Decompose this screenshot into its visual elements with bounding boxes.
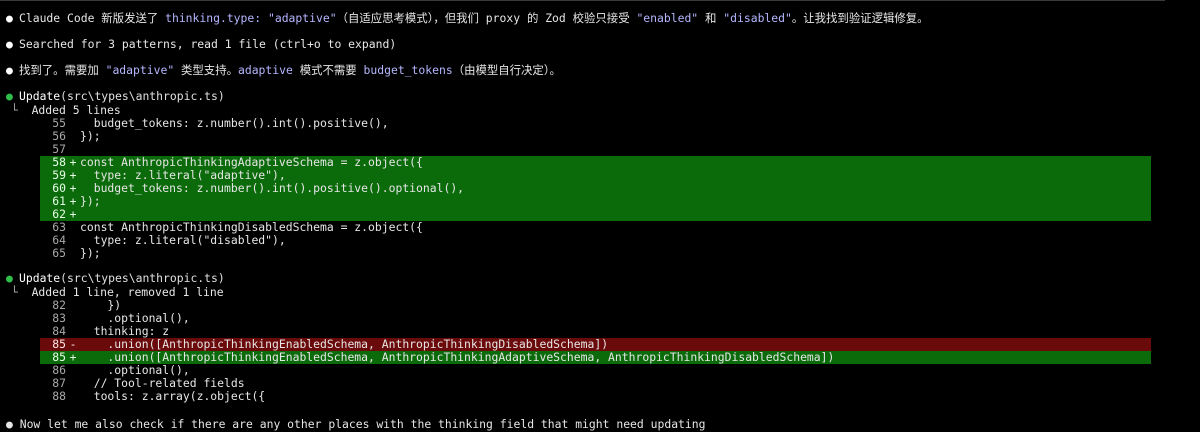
assistant-message-1: ● Claude Code 新版发送了 thinking.type: "adap… [6,10,1194,26]
tool-name: Update [19,271,61,285]
inline-code: "enabled" [636,11,699,25]
diff-sign [66,364,80,377]
code-text: tools: z.array(z.object({ [80,389,266,403]
update-summary: └ Added 1 line, removed 1 line [6,286,1194,299]
code-text: }) [80,298,122,312]
code-text: type: z.literal("disabled"), [80,233,286,247]
message-text: 模式不需要 [292,63,364,77]
diff-sign: + [69,207,77,221]
code-text: }); [80,129,101,143]
tool-args: (src\types\anthropic.ts) [60,89,225,103]
tool-call-header[interactable]: ● Update (src\types\anthropic.ts) [6,270,1194,286]
diff-line-added: 60 + budget_tokens: z.number().int().posi… [40,182,1151,195]
tool-name: Update [19,89,61,103]
diff-view: 82 }) 83 .optional(), 84 thinking: z 85- .u… [40,299,1151,403]
diff-sign [66,247,80,260]
update-block-2: ● Update (src\types\anthropic.ts) └ Adde… [6,270,1194,403]
diff-sign [66,130,80,143]
update-block-1: ● Update (src\types\anthropic.ts) └ Adde… [6,88,1194,260]
bullet-icon: ● [6,271,13,285]
diff-line-added: 85 + .union([AnthropicThinkingEnabledSche… [40,351,1151,364]
inline-code: budget_tokens [363,63,453,77]
tool-summary-message[interactable]: ● Searched for 3 patterns, read 1 file (… [6,36,1194,52]
diff-line-context: 64 type: z.literal("disabled"), [40,234,1151,247]
diff-line-context: 82 }) [40,299,1151,312]
diff-view: 55 budget_tokens: z.number().int().posit… [40,117,1151,260]
bullet-icon: ● [6,37,13,51]
tool-summary-text[interactable]: Searched for 3 patterns, read 1 file (ct… [19,36,396,52]
diff-sign: + [69,350,77,364]
code-text: }); [80,246,101,260]
diff-line-context: 55 budget_tokens: z.number().int().posit… [40,117,1151,130]
diff-line-context: 56}); [40,130,1151,143]
terminal-output: ● Claude Code 新版发送了 thinking.type: "adap… [6,10,1194,403]
message-text: （由模型自行决定）。 [452,63,561,77]
code-text: .union([AnthropicThinkingEnabledSchema, … [80,350,835,364]
line-number: 65 [52,246,66,260]
message-text: （自适应思考模式），但我们 proxy 的 Zod 校验只接受 [336,11,637,25]
diff-line-context: 65}); [40,247,1151,260]
top-divider [0,0,1165,1]
tool-call-header[interactable]: ● Update (src\types\anthropic.ts) [6,88,1194,104]
diff-line-added: 61 +}); [40,195,1151,208]
diff-sign [66,234,80,247]
message-text: 。让我找到验证逻辑修复。 [791,11,929,25]
line-number: 88 [52,389,66,403]
update-summary-text: Added 1 line, removed 1 line [31,285,224,299]
diff-sign [66,299,80,312]
assistant-message-2: ● 找到了。需要加 "adaptive" 类型支持。 adaptive 模式不需… [6,62,1194,78]
code-text: .optional(), [80,311,190,325]
message-text: 找到了。需要加 [19,63,106,77]
message-text: 和 [698,11,724,25]
code-text: budget_tokens: z.number().int().positive… [80,181,465,195]
inline-code: adaptive [237,63,293,77]
diff-line-context: 83 .optional(), [40,312,1151,325]
inline-code: "disabled" [723,11,792,25]
bullet-icon: ● [6,89,13,103]
inline-code: "adaptive" [105,63,175,77]
tree-branch-icon: └ [11,103,18,117]
diff-sign [66,117,80,130]
update-summary-text: Added 5 lines [31,103,121,117]
bullet-icon: ● [6,11,13,25]
diff-sign [66,390,80,403]
diff-sign [66,377,80,390]
diff-line-context: 88 tools: z.array(z.object({ [40,390,1151,403]
tree-branch-icon: └ [11,285,18,299]
inline-code: thinking.type: "adaptive" [165,11,337,25]
message-text: 类型支持。 [174,63,238,77]
code-text: }); [80,194,101,208]
code-text: budget_tokens: z.number().int().positive… [80,116,389,130]
bullet-icon: ● [6,63,13,77]
diff-sign [66,312,80,325]
truncated-message: ● Now let me also check if there are any… [6,417,706,431]
diff-sign [66,221,80,234]
tool-args: (src\types\anthropic.ts) [60,271,225,285]
message-text: Claude Code 新版发送了 [19,11,166,25]
